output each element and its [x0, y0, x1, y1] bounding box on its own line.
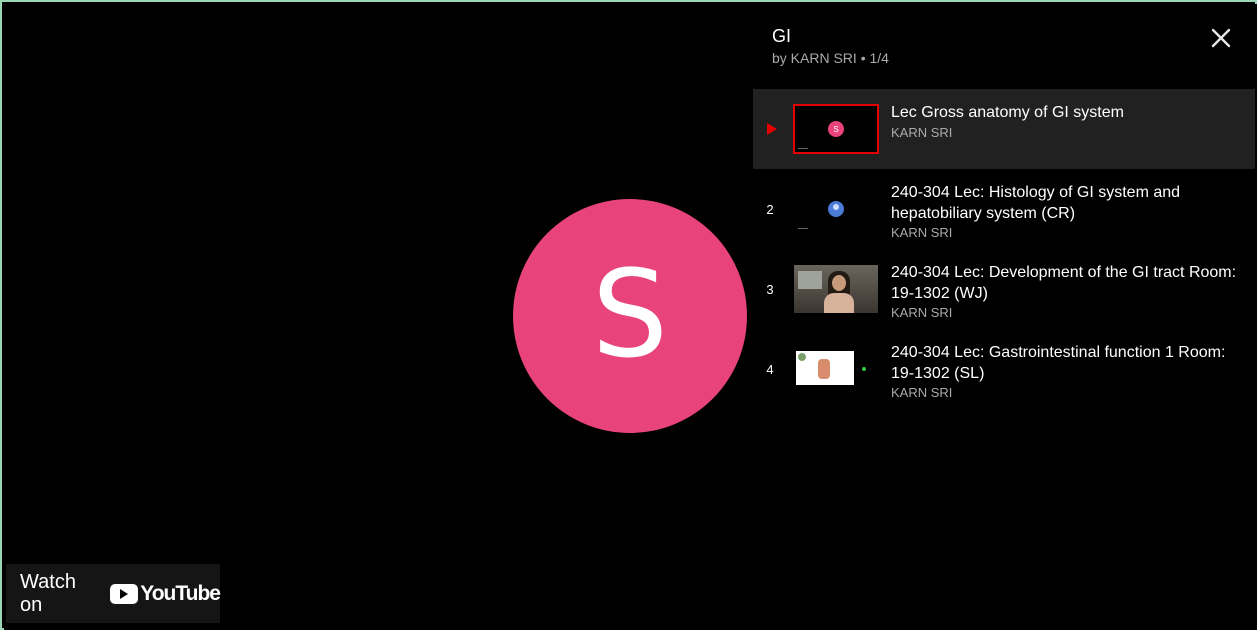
playlist-item[interactable]: S Lec Gross anatomy of GI system KARN SR… [753, 89, 1255, 169]
video-title[interactable]: 240-304 Lec: Development of the GI tract… [891, 262, 1243, 304]
item-index: 2 [766, 201, 774, 217]
close-icon[interactable] [1209, 26, 1233, 50]
playlist-item[interactable]: 4 240-304 Lec: Gastrointestinal function… [753, 329, 1255, 409]
playlist-items: S Lec Gross anatomy of GI system KARN SR… [753, 89, 1255, 409]
youtube-wordmark: YouTube [140, 581, 221, 605]
playlist-title: GI [772, 26, 792, 46]
playlist-item[interactable]: 3 240-304 Lec: Development of the GI tra… [753, 249, 1255, 329]
embed-frame: S Watch on YouTube GI by KARN SRI • 1/4 [0, 0, 1257, 630]
video-thumbnail[interactable]: S [793, 104, 879, 154]
video-author: KARN SRI [891, 125, 953, 140]
now-playing-indicator [753, 89, 787, 169]
playlist-header: GI by KARN SRI • 1/4 [753, 4, 1255, 89]
playlist-item[interactable]: 2 240-304 Lec: Histology of GI system an… [753, 169, 1255, 249]
watch-on-label: Watch on [20, 570, 76, 616]
playlist-subtitle: by KARN SRI • 1/4 [772, 50, 889, 66]
thumbnail-avatar: S [828, 121, 844, 137]
watch-on-youtube-button[interactable]: Watch on YouTube [6, 564, 221, 623]
video-thumbnail[interactable] [794, 265, 878, 313]
youtube-play-icon [110, 583, 139, 604]
channel-avatar: S [513, 199, 747, 433]
thumbnail-progress [798, 148, 808, 149]
thumbnail-indicator [862, 367, 866, 371]
video-title[interactable]: 240-304 Lec: Gastrointestinal function 1… [891, 342, 1243, 384]
thumbnail-body [824, 293, 854, 313]
avatar-letter: S [591, 246, 669, 385]
video-thumbnail[interactable] [794, 185, 878, 233]
thumbnail-progress [798, 228, 808, 229]
video-title[interactable]: 240-304 Lec: Histology of GI system and … [891, 182, 1243, 224]
thumbnail-window [798, 271, 822, 289]
item-index: 3 [766, 281, 774, 297]
video-author: KARN SRI [891, 385, 953, 400]
video-author: KARN SRI [891, 225, 953, 240]
video-player[interactable]: S Watch on YouTube GI by KARN SRI • 1/4 [4, 4, 1257, 630]
person-icon [828, 201, 844, 217]
video-thumbnail[interactable] [794, 345, 878, 393]
playlist-panel: GI by KARN SRI • 1/4 S Lec Gross anatomy… [753, 4, 1255, 630]
thumbnail-emblem [798, 353, 806, 361]
item-index: 4 [766, 361, 774, 377]
thumbnail-face [832, 275, 846, 291]
video-title[interactable]: Lec Gross anatomy of GI system [891, 102, 1243, 123]
youtube-logo: YouTube [110, 581, 221, 606]
thumbnail-figure [818, 359, 830, 379]
play-arrow-icon [767, 123, 777, 135]
video-author: KARN SRI [891, 305, 953, 320]
